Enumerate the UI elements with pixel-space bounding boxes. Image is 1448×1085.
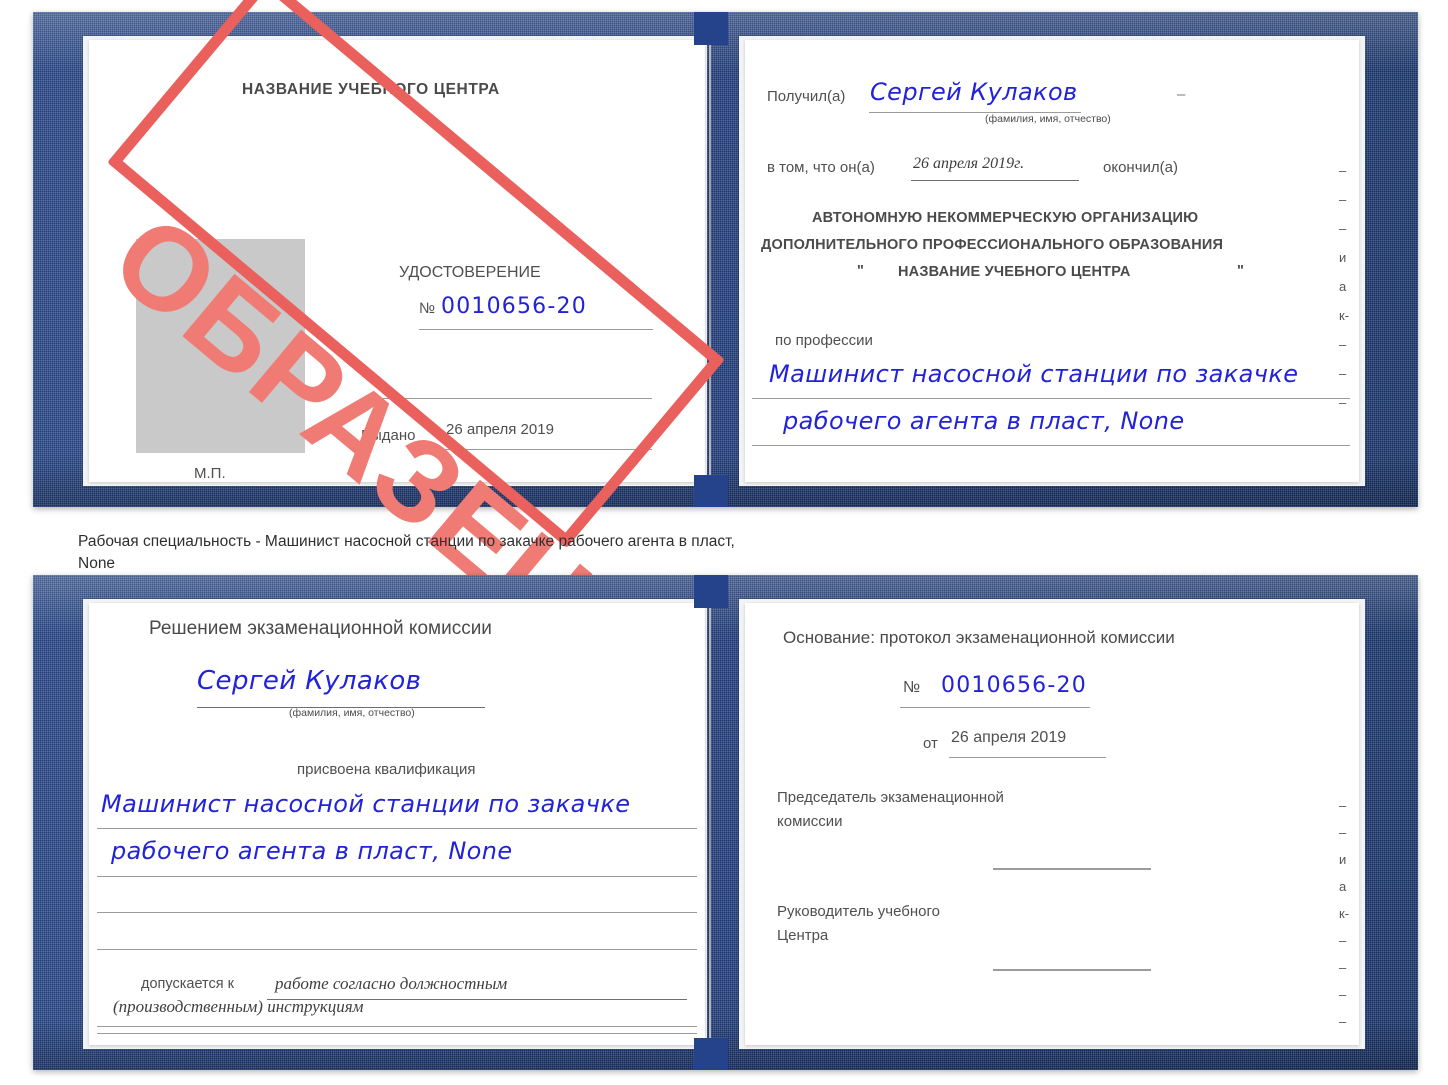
trailing-dash-top: –	[1177, 86, 1186, 103]
organization-name: НАЗВАНИЕ УЧЕБНОГО ЦЕНТРА	[898, 264, 1131, 280]
chairman-label-line-2: комиссии	[777, 813, 843, 830]
qualification-value-line-1: Машинист насосной станции по закачке	[101, 790, 631, 818]
received-label: Получил(а)	[767, 88, 846, 105]
caption-line-2: None	[78, 555, 116, 573]
image-caption: Рабочая специальность - Машинист насосно…	[78, 531, 1078, 576]
admitted-value-line-2: (производственным) инструкциям	[113, 997, 364, 1016]
protocol-date-rule	[949, 757, 1106, 758]
protocol-number-value: 0010656-20	[941, 673, 1087, 698]
profession-rule-1	[752, 398, 1350, 399]
organization-line-1: АВТОНОМНУЮ НЕКОММЕРЧЕСКУЮ ОРГАНИЗАЦИЮ	[812, 210, 1199, 226]
spine-tab-bottom-upper	[694, 575, 728, 608]
organization-quote-open: "	[857, 263, 865, 279]
qualified-person-name: Сергей Кулаков	[197, 666, 422, 696]
chairman-signature-rule	[993, 868, 1151, 870]
protocol-number-rule	[900, 707, 1090, 708]
blank-rule-4	[97, 1033, 697, 1034]
edge-fragment: –	[1339, 933, 1347, 948]
issued-rule	[444, 449, 652, 450]
protocol-date-label: от	[923, 735, 938, 752]
certificate-book-top: НАЗВАНИЕ УЧЕБНОГО ЦЕНТРА УДОСТОВЕРЕНИЕ №…	[33, 12, 1418, 507]
basis-label: Основание: протокол экзаменационной коми…	[783, 628, 1175, 647]
fio-hint: (фамилия, имя, отчество)	[985, 113, 1111, 125]
page-top-left: НАЗВАНИЕ УЧЕБНОГО ЦЕНТРА УДОСТОВЕРЕНИЕ №…	[89, 40, 705, 482]
director-label-line-1: Руководитель учебного	[777, 903, 940, 920]
qualification-value-line-2: рабочего агента в пласт, None	[111, 837, 513, 865]
certificate-number-value: 0010656-20	[441, 294, 587, 319]
protocol-date-value: 26 апреля 2019	[951, 729, 1067, 746]
edge-fragment: а	[1339, 879, 1347, 894]
page-bottom-left: Решением экзаменационной комиссии Сергей…	[89, 603, 705, 1045]
edge-fragment: и	[1339, 250, 1347, 265]
organization-quote-close: "	[1237, 263, 1245, 279]
spine-tab-top-lower	[694, 475, 728, 507]
completion-date-rule	[911, 180, 1079, 181]
completion-date-value: 26 апреля 2019г.	[913, 155, 1025, 172]
blank-rule-2	[97, 912, 697, 913]
page-bottom-right: Основание: протокол экзаменационной коми…	[745, 603, 1359, 1045]
seal-place-label: М.П.	[194, 465, 226, 482]
edge-fragment: –	[1339, 987, 1347, 1002]
profession-value-line-1: Машинист насосной станции по закачке	[769, 360, 1299, 388]
edge-fragment: –	[1339, 395, 1347, 410]
commission-decision-heading: Решением экзаменационной комиссии	[149, 618, 492, 639]
qualification-rule-2	[97, 876, 697, 877]
certificate-book-bottom: Решением экзаменационной комиссии Сергей…	[33, 575, 1418, 1070]
number-label: №	[419, 300, 436, 317]
profession-rule-2	[752, 445, 1350, 446]
edge-fragment: –	[1339, 798, 1347, 813]
qualification-label: присвоена квалификация	[297, 761, 476, 778]
edge-fragment: –	[1339, 221, 1347, 236]
received-name-value: Сергей Кулаков	[870, 78, 1078, 106]
training-center-title: НАЗВАНИЕ УЧЕБНОГО ЦЕНТРА	[242, 81, 500, 98]
edge-fragment: к-	[1339, 308, 1350, 323]
director-signature-rule	[993, 969, 1151, 971]
edge-fragment-column-top: – – – и а к- – – –	[1339, 164, 1349, 425]
issued-date-value: 26 апреля 2019	[446, 421, 554, 438]
qualification-rule-1	[97, 828, 697, 829]
admitted-rule-2	[97, 1026, 697, 1027]
book-spine-bottom	[709, 607, 711, 1041]
blank-rule-3	[97, 949, 697, 950]
issued-label: Выдано	[361, 427, 416, 444]
caption-line-1: Рабочая специальность - Машинист насосно…	[78, 533, 735, 550]
edge-fragment-column-bottom: – – и а к- – – – –	[1339, 799, 1349, 1042]
edge-fragment: –	[1339, 825, 1347, 840]
chairman-label-line-1: Председатель экзаменационной	[777, 789, 1004, 806]
edge-fragment: –	[1339, 337, 1347, 352]
book-spine-top	[709, 44, 711, 478]
profession-value-line-2: рабочего агента в пласт, None	[783, 407, 1185, 435]
fio-hint-bottom: (фамилия, имя, отчество)	[289, 707, 415, 719]
spine-tab-bottom-lower	[694, 1038, 728, 1070]
edge-fragment: а	[1339, 279, 1347, 294]
edge-fragment: –	[1339, 192, 1347, 207]
spine-tab-top-upper	[694, 12, 728, 45]
director-label-line-2: Центра	[777, 927, 829, 944]
edge-fragment: –	[1339, 1014, 1347, 1029]
organization-line-2: ДОПОЛНИТЕЛЬНОГО ПРОФЕССИОНАЛЬНОГО ОБРАЗО…	[761, 237, 1224, 253]
page-top-right: Получил(а) Сергей Кулаков (фамилия, имя,…	[745, 40, 1359, 482]
edge-fragment: –	[1339, 960, 1347, 975]
photo-placeholder	[136, 239, 305, 453]
profession-label: по профессии	[775, 332, 873, 349]
edge-fragment: –	[1339, 366, 1347, 381]
finished-label: окончил(а)	[1103, 159, 1178, 176]
admitted-label: допускается к	[141, 976, 234, 992]
protocol-number-label: №	[903, 679, 921, 696]
document-type-title: УДОСТОВЕРЕНИЕ	[399, 264, 541, 281]
edge-fragment: –	[1339, 163, 1347, 178]
admitted-value-line-1: работе согласно должностным	[275, 974, 508, 993]
blank-rule-1	[362, 398, 652, 399]
that-he-label: в том, что он(а)	[767, 159, 875, 176]
number-rule	[419, 329, 653, 330]
edge-fragment: и	[1339, 852, 1347, 867]
edge-fragment: к-	[1339, 906, 1350, 921]
